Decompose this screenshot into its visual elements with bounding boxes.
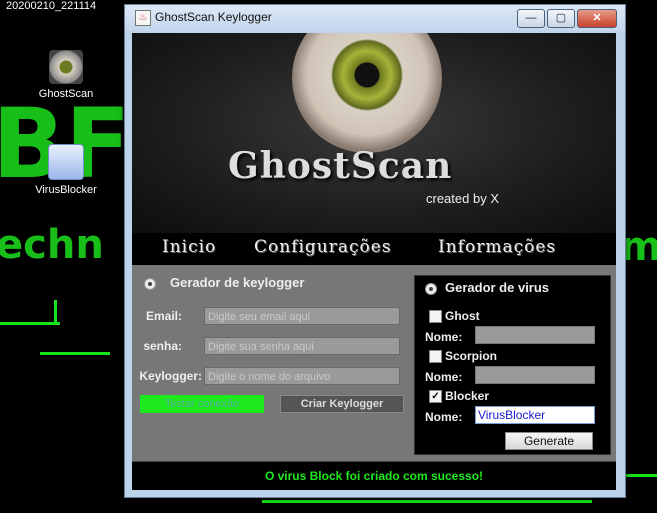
keylogger-label: Keylogger: [139, 369, 202, 383]
virus-panel: Gerador de virus Ghost Nome: Scorpion No… [414, 275, 611, 455]
desktop-icon-ghostscan[interactable]: GhostScan [30, 50, 102, 100]
desktop-icon-virusblocker[interactable]: VirusBlocker [30, 144, 102, 196]
ghostscan-banner: GhostScan created by X [132, 33, 616, 233]
wallpaper-line [262, 500, 592, 503]
ghost-name-field[interactable] [475, 326, 595, 344]
ghost-label: Ghost [445, 309, 480, 323]
senha-label: senha: [143, 339, 182, 353]
ghostscan-eye-icon [49, 50, 83, 84]
scorpion-name-field[interactable] [475, 366, 595, 384]
keylogger-panel-title: Gerador de keylogger [170, 275, 305, 290]
maximize-button[interactable]: ▢ [547, 9, 575, 28]
ghost-checkbox[interactable] [429, 310, 442, 323]
menu-configuracoes[interactable]: Configurações [254, 237, 392, 257]
create-keylogger-button[interactable]: Criar Keylogger [280, 395, 404, 413]
virus-radio[interactable] [425, 283, 437, 295]
menu-informacoes[interactable]: Informações [438, 237, 556, 257]
wallpaper-line [54, 300, 57, 324]
menu-inicio[interactable]: Inicio [162, 237, 216, 257]
desktop-icon-label: VirusBlocker [35, 184, 97, 196]
banner-logo-text: GhostScan [228, 145, 453, 187]
eye-logo-icon [292, 33, 442, 153]
desktop-top-label: 20200210_221114 [6, 0, 97, 12]
window-titlebar[interactable]: ♨ GhostScan Keylogger — ▢ ✕ [125, 5, 625, 31]
wallpaper-text: echn [0, 222, 104, 268]
window-content: GhostScan created by X Inicio Configuraç… [132, 33, 616, 490]
generate-button[interactable]: Generate [505, 432, 593, 450]
test-connection-button[interactable]: Testar conexão [140, 395, 264, 413]
blocker-checkbox[interactable]: ✓ [429, 390, 442, 403]
scorpion-checkbox[interactable] [429, 350, 442, 363]
blocker-name-field[interactable]: VirusBlocker [475, 406, 595, 424]
desktop-icon-label: GhostScan [38, 88, 94, 100]
gear-icon [48, 144, 84, 180]
close-button[interactable]: ✕ [577, 9, 617, 28]
ghost-name-label: Nome: [425, 330, 463, 344]
senha-field[interactable]: Digite sua senha aqui [204, 337, 400, 355]
app-window: ♨ GhostScan Keylogger — ▢ ✕ GhostScan cr… [124, 4, 626, 498]
banner-created-by: created by X [426, 191, 499, 206]
email-label: Email: [145, 309, 182, 323]
status-bar: O virus Block foi criado com sucesso! [132, 461, 616, 490]
scorpion-label: Scorpion [445, 349, 498, 363]
virus-panel-title: Gerador de virus [445, 280, 550, 295]
blocker-name-label: Nome: [425, 410, 463, 424]
window-title: GhostScan Keylogger [155, 10, 272, 24]
wallpaper-line [0, 322, 60, 325]
java-icon: ♨ [135, 10, 151, 26]
wallpaper-line [40, 352, 110, 355]
keylogger-file-field[interactable]: Digite o nome do arquivo [204, 367, 400, 385]
minimize-button[interactable]: — [517, 9, 545, 28]
email-field[interactable]: Digite seu email aqui [204, 307, 400, 325]
keylogger-panel: Gerador de keylogger Email: Digite seu e… [132, 265, 412, 461]
main-menu: Inicio Configurações Informações [132, 233, 616, 265]
scorpion-name-label: Nome: [425, 370, 463, 384]
keylogger-radio[interactable] [144, 278, 156, 290]
blocker-label: Blocker [445, 389, 490, 403]
status-message: O virus Block foi criado com sucesso! [264, 469, 484, 483]
